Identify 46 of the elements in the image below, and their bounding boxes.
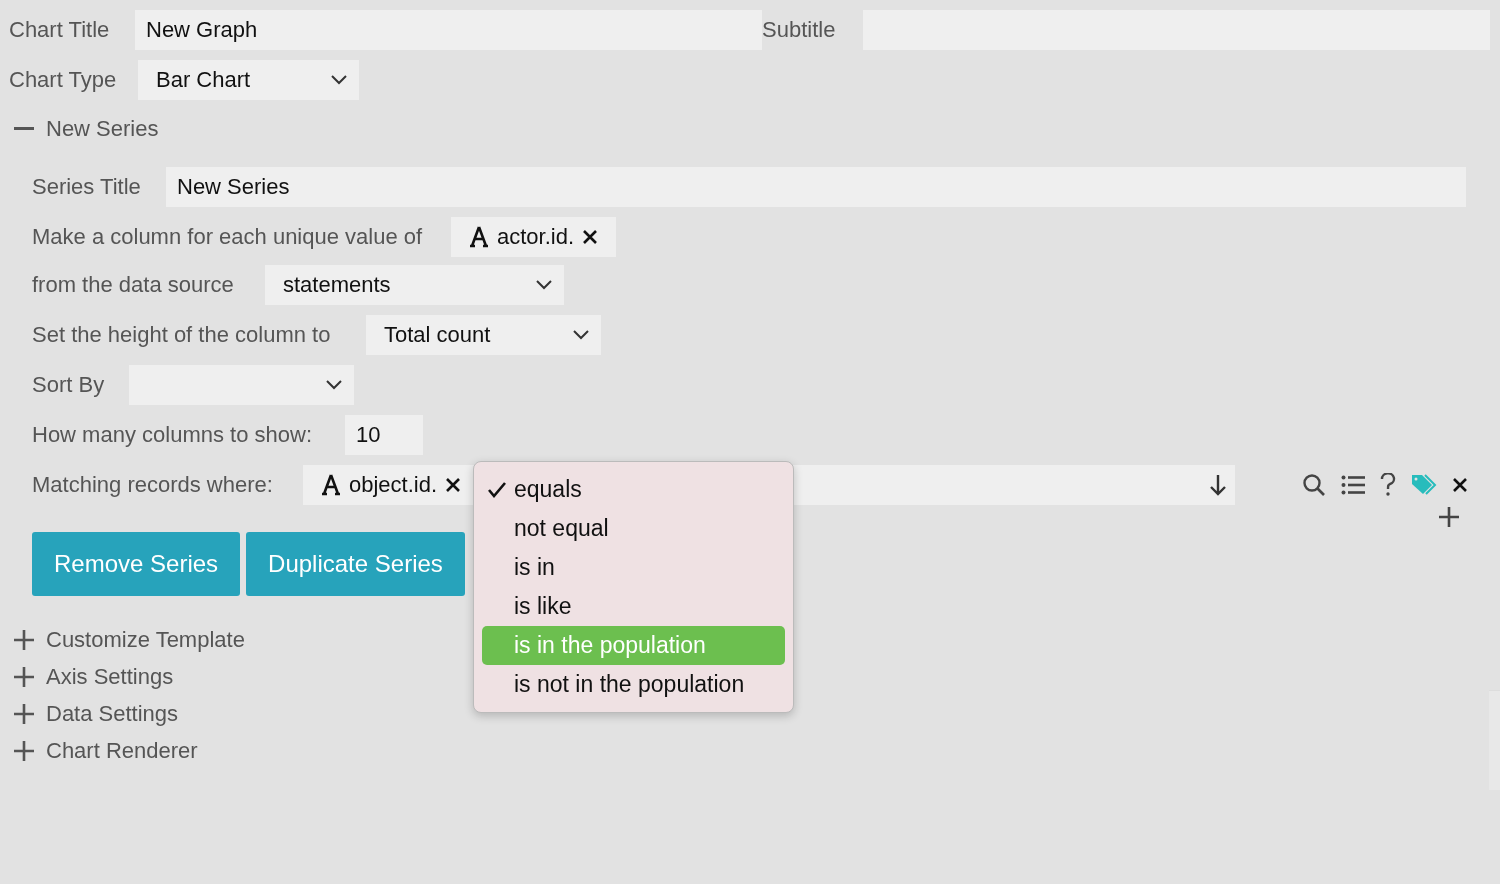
help-icon[interactable] — [1380, 473, 1397, 497]
font-icon — [321, 474, 341, 496]
field-label: Sort By — [32, 372, 106, 398]
menu-item[interactable]: not equal — [482, 509, 785, 548]
field-label: Subtitle — [762, 17, 837, 43]
section-toggle[interactable]: Chart Renderer — [46, 737, 198, 764]
section-toggle[interactable]: Data Settings — [46, 700, 179, 727]
chart-title-field[interactable]: New Graph — [135, 10, 762, 50]
field-chip[interactable]: actor.id. — [451, 217, 617, 257]
field-label: Make a column for each unique value of — [32, 224, 424, 250]
section-toggle[interactable]: Axis Settings — [46, 663, 174, 690]
chevron-down-icon — [536, 280, 552, 290]
font-icon — [469, 226, 489, 248]
menu-item[interactable]: is in — [482, 548, 785, 587]
close-icon[interactable] — [445, 477, 462, 493]
section-toggle[interactable]: New Series — [46, 115, 159, 142]
columns-count-field[interactable]: 10 — [345, 415, 423, 455]
close-icon[interactable] — [1452, 477, 1469, 493]
series-title-field[interactable]: New Series — [166, 167, 1466, 207]
menu-item[interactable]: is not in the population — [482, 665, 785, 704]
minus-icon[interactable] — [14, 126, 34, 131]
chevron-down-icon — [326, 380, 342, 390]
chevron-down-icon — [573, 330, 589, 340]
search-icon[interactable] — [1302, 473, 1327, 497]
field-label: How many columns to show: — [32, 422, 313, 448]
arrow-down-icon — [1209, 474, 1228, 496]
field-label: Series Title — [32, 174, 142, 200]
list-icon[interactable] — [1341, 475, 1366, 495]
plus-icon[interactable] — [1439, 507, 1459, 527]
field-label: Chart Title — [9, 17, 111, 43]
field-label: from the data source — [32, 272, 235, 298]
field-label: Matching records where: — [32, 472, 274, 498]
close-icon[interactable] — [582, 229, 599, 245]
plus-icon[interactable] — [14, 629, 34, 650]
field-label: Chart Type — [9, 67, 118, 93]
chart-type-select[interactable]: Bar Chart — [138, 60, 359, 100]
plus-icon[interactable] — [14, 666, 34, 687]
menu-item[interactable]: is like — [482, 587, 785, 626]
chevron-down-icon — [331, 75, 347, 85]
data-source-select[interactable]: statements — [265, 265, 564, 305]
plus-icon[interactable] — [14, 740, 34, 761]
plus-icon[interactable] — [14, 703, 34, 724]
menu-item[interactable]: equals — [482, 470, 785, 509]
field-label: Set the height of the column to — [32, 322, 332, 348]
section-toggle[interactable]: Customize Template — [46, 626, 245, 653]
height-select[interactable]: Total count — [366, 315, 601, 355]
